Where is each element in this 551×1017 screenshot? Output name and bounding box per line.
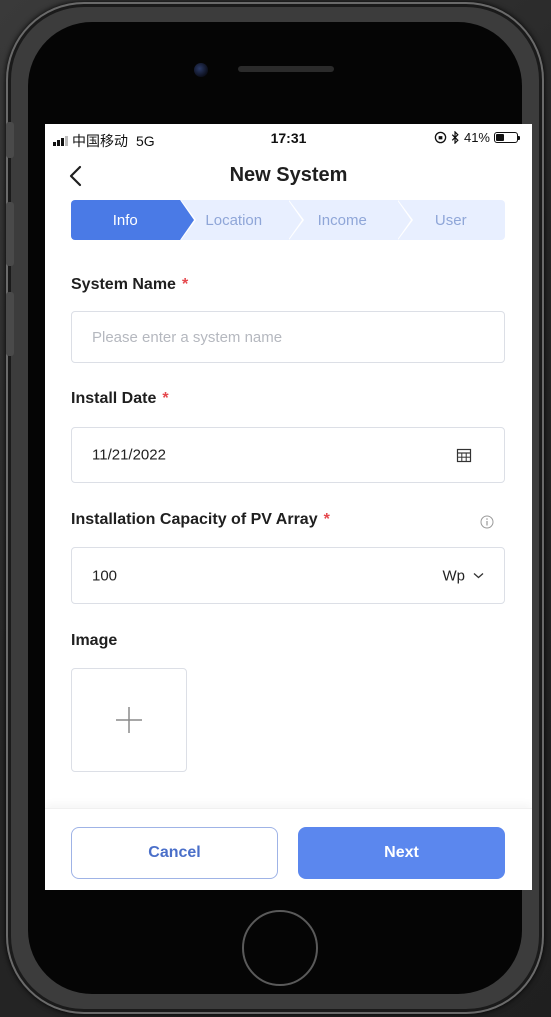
battery-icon [494, 132, 520, 143]
step-label: Location [205, 211, 263, 229]
chevron-down-icon [473, 573, 484, 579]
battery-fill [496, 134, 505, 141]
capacity-value: 100 [92, 567, 118, 584]
install-date-field[interactable]: 11/21/2022 [71, 427, 505, 483]
calendar-icon[interactable] [456, 447, 472, 463]
step-user[interactable]: User [396, 200, 505, 240]
status-right: 41% [434, 130, 520, 145]
page-title: New System [229, 164, 348, 186]
app-screen: 中国移动 5G 17:31 41% New System Info Locati… [45, 124, 532, 890]
required-mark: * [181, 276, 189, 293]
system-name-input[interactable] [72, 312, 504, 362]
orientation-lock-icon [434, 131, 447, 144]
capacity-field[interactable]: 100 Wp [71, 547, 505, 604]
battery-percent: 41% [463, 130, 490, 145]
step-info[interactable]: Info [71, 200, 196, 240]
unit-select[interactable]: Wp [443, 567, 485, 584]
capacity-label: Installation Capacity of PV Array * [71, 511, 330, 529]
plus-icon [116, 707, 142, 733]
required-mark: * [162, 390, 169, 407]
footer-actions: Cancel Next [45, 808, 532, 890]
cancel-button[interactable]: Cancel [71, 827, 278, 879]
image-upload[interactable] [71, 668, 187, 772]
install-date-value: 11/21/2022 [92, 446, 166, 464]
mute-switch [6, 122, 14, 158]
unit-value: Wp [442, 567, 466, 584]
step-indicator: Info Location Income User [71, 200, 505, 240]
earpiece-speaker [238, 66, 334, 72]
volume-down-button [6, 292, 14, 356]
nav-bar: New System [45, 156, 532, 196]
step-label: User [434, 211, 467, 229]
home-button[interactable] [242, 910, 318, 986]
status-bar: 中国移动 5G 17:31 41% [45, 124, 532, 154]
volume-up-button [6, 202, 14, 266]
install-date-label: Install Date * [71, 390, 169, 408]
step-income[interactable]: Income [288, 200, 413, 240]
next-button[interactable]: Next [298, 827, 505, 879]
install-date-label-text: Install Date [71, 390, 157, 407]
step-label: Income [317, 211, 367, 229]
step-location[interactable]: Location [179, 200, 304, 240]
bluetooth-icon [451, 131, 459, 144]
system-name-field[interactable] [71, 311, 505, 363]
front-camera [194, 63, 208, 77]
system-name-label-text: System Name [71, 276, 176, 293]
capacity-label-text: Installation Capacity of PV Array [71, 511, 318, 528]
step-label: Info [112, 211, 138, 229]
info-icon[interactable] [480, 515, 494, 529]
system-name-label: System Name * [71, 276, 188, 294]
image-label: Image [71, 632, 118, 649]
required-mark: * [323, 511, 330, 528]
